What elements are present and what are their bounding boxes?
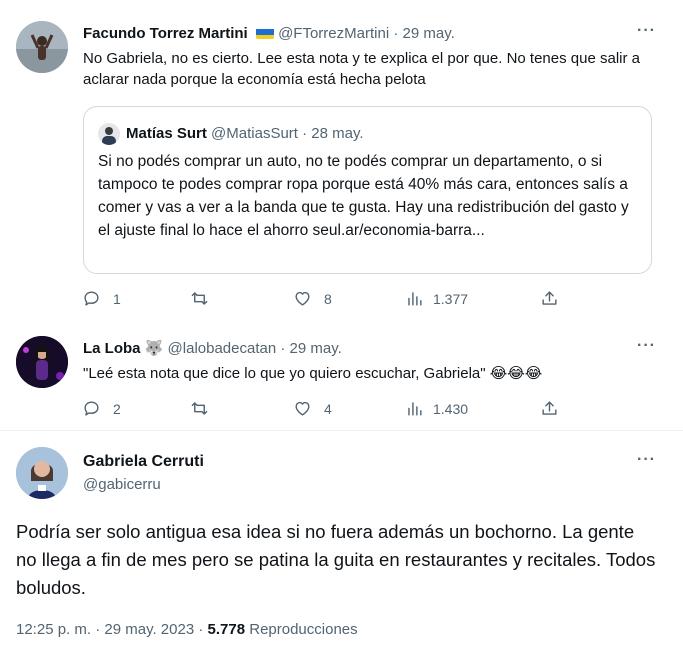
reply-button[interactable]: 1 — [82, 289, 121, 308]
quote-author-handle: @MatiasSurt — [211, 125, 298, 142]
tweet-text: "Leé esta nota que dice lo que yo quiero… — [83, 365, 543, 382]
reply-icon — [84, 401, 99, 416]
retweet-icon — [191, 292, 208, 305]
reply-count: 2 — [113, 400, 121, 417]
tweet-date[interactable]: 29 may. 2023 — [104, 621, 194, 638]
like-count: 8 — [324, 290, 332, 307]
views-icon — [408, 402, 422, 416]
views-icon — [408, 292, 422, 306]
retweet-button[interactable] — [190, 289, 209, 308]
quote-avatar — [98, 123, 120, 145]
views-label: Reproducciones — [249, 621, 358, 638]
views-count: 5.778 — [207, 621, 246, 638]
retweet-button[interactable] — [190, 399, 209, 418]
avatar-photo — [16, 447, 68, 499]
like-icon — [295, 401, 310, 416]
tweet-text: No Gabriela, no es cierto. Lee esta nota… — [83, 50, 640, 88]
tweet-metadata: 12:25 p. m. · 29 may. 2023 · 5.778 Repro… — [16, 620, 358, 640]
tweet-header: La Loba 🐺 @lalobadecatan · 29 may. — [83, 339, 342, 359]
author-name[interactable]: Gabriela Cerruti — [83, 452, 204, 472]
avatar[interactable] — [16, 21, 68, 73]
wolf-emoji: 🐺 — [144, 340, 164, 357]
views-count: 1.377 — [433, 290, 469, 307]
separator: · — [198, 621, 204, 638]
quote-author-name: Matías Surt — [126, 125, 207, 142]
like-icon — [295, 291, 310, 306]
avatar-photo — [16, 21, 68, 73]
like-count: 4 — [324, 400, 332, 417]
reply-button[interactable]: 2 — [82, 399, 121, 418]
ukraine-flag-icon — [255, 27, 274, 39]
action-bar: 1 8 1.377 — [82, 289, 562, 313]
reply-tweet-2[interactable]: La Loba 🐺 @lalobadecatan · 29 may. ··· "… — [0, 320, 683, 430]
tweet-time[interactable]: 12:25 p. m. — [16, 621, 91, 638]
like-button[interactable]: 4 — [293, 399, 332, 418]
tweet-text: Podría ser solo antigua esa idea si no f… — [16, 521, 656, 598]
avatar-photo — [16, 336, 68, 388]
action-bar: 2 4 1.430 — [82, 399, 562, 423]
reply-icon — [84, 291, 99, 306]
reply-tweet-1[interactable]: Facundo Torrez Martini @FTorrezMartini ·… — [0, 0, 683, 320]
tweet-header: Facundo Torrez Martini @FTorrezMartini ·… — [83, 24, 455, 44]
share-button[interactable] — [540, 399, 559, 418]
author-name[interactable]: La Loba — [83, 340, 141, 357]
tweet-date[interactable]: 29 may. — [403, 25, 455, 42]
share-button[interactable] — [540, 289, 559, 308]
more-icon[interactable]: ··· — [637, 451, 656, 469]
author-name[interactable]: Facundo Torrez Martini — [83, 25, 248, 42]
avatar[interactable] — [16, 447, 68, 499]
avatar[interactable] — [16, 336, 68, 388]
author-handle[interactable]: @FTorrezMartini — [278, 25, 389, 42]
quoted-tweet[interactable]: Matías Surt @MatiasSurt · 28 may. Si no … — [83, 106, 652, 274]
author-handle[interactable]: @gabicerru — [83, 475, 161, 495]
separator: · — [280, 340, 286, 357]
views-button[interactable]: 1.430 — [405, 399, 468, 418]
views-button[interactable]: 1.377 — [405, 289, 468, 308]
tweet-date[interactable]: 29 may. — [290, 340, 342, 357]
share-icon — [542, 291, 557, 305]
quote-date: 28 may. — [311, 125, 364, 142]
share-icon — [542, 401, 557, 415]
reply-count: 1 — [113, 290, 121, 307]
like-button[interactable]: 8 — [293, 289, 332, 308]
quote-text: Si no podés comprar un auto, no te podés… — [98, 153, 629, 239]
views-count: 1.430 — [433, 400, 469, 417]
separator: · — [95, 621, 101, 638]
retweet-icon — [191, 402, 208, 415]
more-icon[interactable]: ··· — [637, 337, 656, 355]
author-handle[interactable]: @lalobadecatan — [168, 340, 277, 357]
separator: · — [302, 125, 308, 142]
quote-header: Matías Surt @MatiasSurt · 28 may. — [126, 124, 364, 144]
separator: · — [393, 25, 399, 42]
more-icon[interactable]: ··· — [637, 22, 656, 40]
